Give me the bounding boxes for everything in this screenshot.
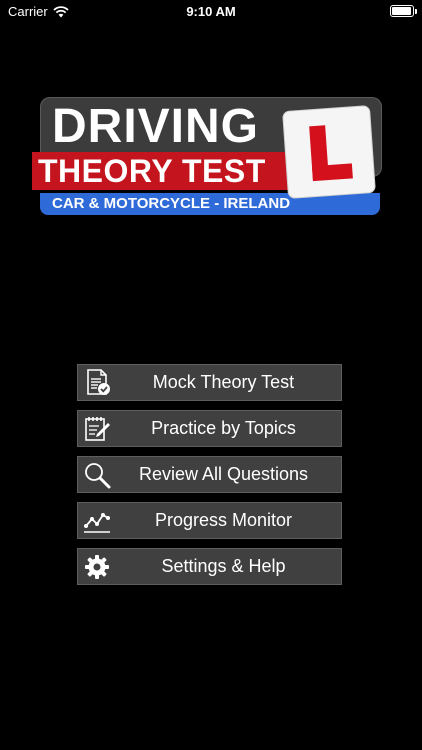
mock-theory-test-button[interactable]: Mock Theory Test: [77, 364, 342, 401]
mock-theory-test-label: Mock Theory Test: [152, 372, 295, 392]
review-all-questions-button[interactable]: Review All Questions: [77, 456, 342, 493]
clock: 9:10 AM: [186, 4, 236, 19]
main-menu: Mock Theory Test Practice by Topics Revi…: [77, 364, 342, 594]
review-all-questions-label: Review All Questions: [138, 464, 309, 484]
practice-by-topics-button[interactable]: Practice by Topics: [77, 410, 342, 447]
settings-help-button[interactable]: Settings & Help: [77, 548, 342, 585]
settings-help-label: Settings & Help: [161, 556, 286, 576]
notepad-pencil-icon: [82, 414, 112, 444]
logo-subtitle: CAR & MOTORCYCLE - IRELAND: [52, 195, 291, 212]
progress-monitor-button[interactable]: Progress Monitor: [77, 502, 342, 539]
gear-icon: [82, 552, 112, 582]
learner-plate-icon: [283, 106, 375, 198]
magnifier-icon: [82, 460, 112, 490]
logo-title-driving: DRIVING: [52, 100, 260, 153]
line-graph-icon: [82, 506, 112, 536]
progress-monitor-label: Progress Monitor: [154, 510, 293, 530]
status-bar: Carrier 9:10 AM: [0, 0, 422, 24]
app-logo: DRIVING THEORY TEST CAR & MOTORCYCLE - I…: [32, 97, 382, 217]
battery-icon: [390, 5, 417, 17]
test-checklist-icon: [82, 368, 112, 398]
logo-title-theory-test: THEORY TEST: [38, 153, 266, 189]
practice-by-topics-label: Practice by Topics: [151, 418, 296, 438]
logo-blue-band: CAR & MOTORCYCLE - IRELAND: [40, 193, 380, 215]
battery-fill: [392, 7, 411, 15]
